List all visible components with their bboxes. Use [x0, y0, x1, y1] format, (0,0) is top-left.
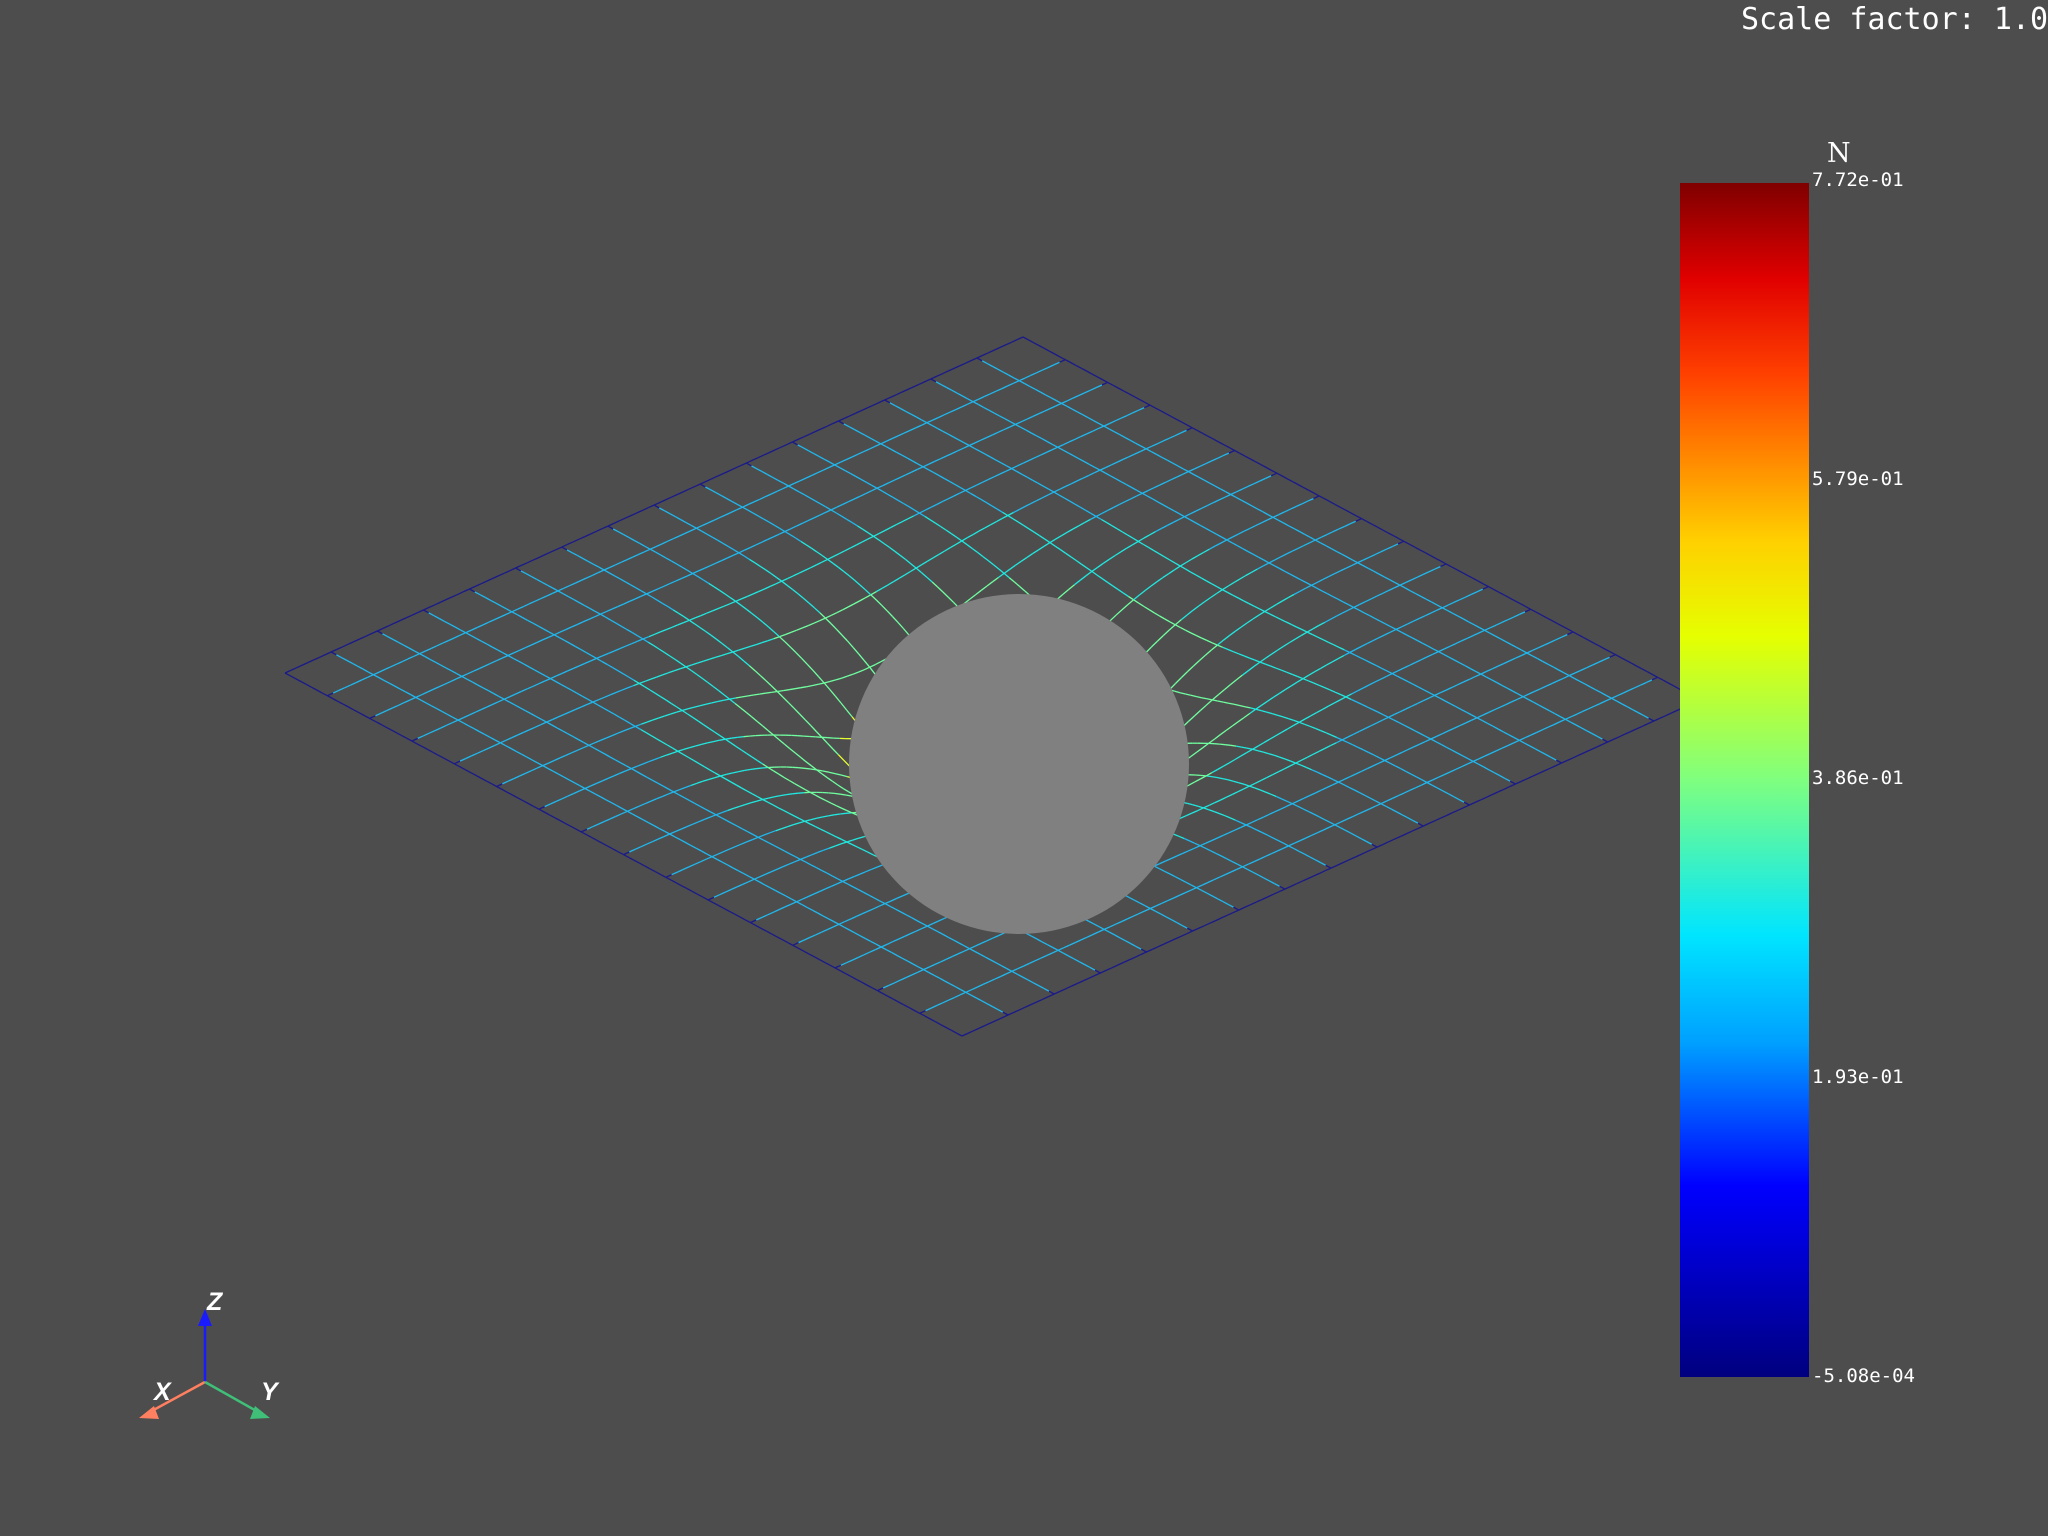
x-axis-label: X [154, 1378, 171, 1406]
y-axis-label: Y [261, 1378, 278, 1406]
colorbar-tick: 1.93e-01 [1812, 1066, 1904, 1088]
colorbar [1680, 183, 1809, 1377]
colorbar-tick: -5.08e-04 [1812, 1365, 1915, 1387]
z-axis-label: Z [207, 1288, 223, 1316]
colorbar-title: N [1827, 138, 1851, 169]
colorbar-tick: 7.72e-01 [1812, 169, 1904, 191]
scale-factor-text: Scale factor: 1.0 [1740, 2, 2048, 37]
colorbar-tick: 5.79e-01 [1812, 468, 1904, 490]
sphere [849, 594, 1189, 934]
colorbar-tick: 3.86e-01 [1812, 767, 1904, 789]
